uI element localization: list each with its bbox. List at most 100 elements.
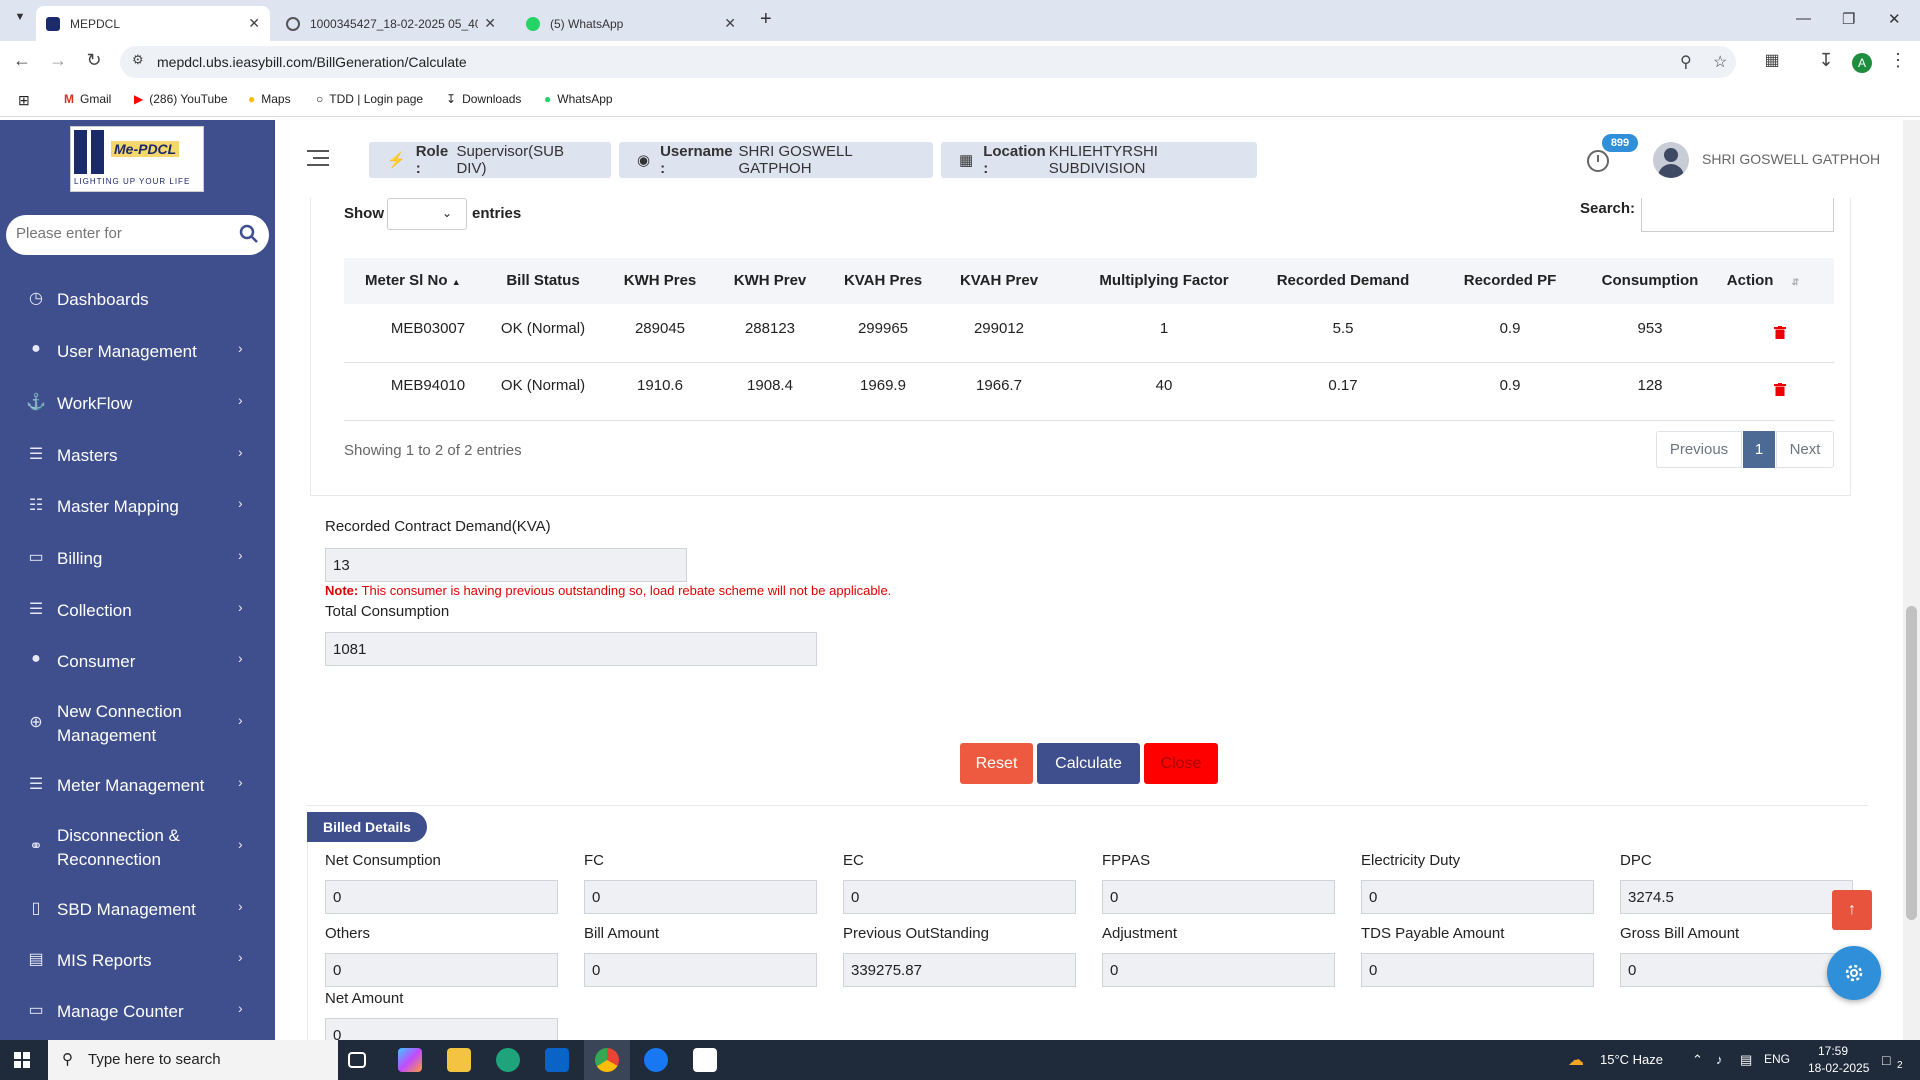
zoom-icon[interactable]: ⚲ — [1680, 52, 1692, 72]
total-consumption-field[interactable]: 1081 — [325, 632, 817, 666]
bookmark-star-icon[interactable]: ☆ — [1713, 52, 1727, 72]
tds-payable-field[interactable]: 0 — [1361, 953, 1594, 987]
facebook-icon[interactable] — [644, 1048, 668, 1072]
edge-icon[interactable] — [496, 1048, 520, 1072]
ec-field[interactable]: 0 — [843, 880, 1076, 914]
tab-search-button[interactable]: ▼ — [10, 11, 30, 31]
contract-demand-field[interactable]: 13 — [325, 548, 687, 582]
page-scrollbar[interactable] — [1903, 120, 1920, 1040]
url-text[interactable]: mepdcl.ubs.ieasybill.com/BillGeneration/… — [157, 54, 467, 70]
pagination-next[interactable]: Next — [1776, 431, 1834, 468]
network-icon[interactable]: ▤ — [1740, 1052, 1752, 1068]
bookmark-gmail[interactable]: M Gmail — [64, 92, 111, 106]
mepdcl-logo[interactable]: Me-PDCL LIGHTING UP YOUR LIFE — [70, 126, 204, 192]
others-field[interactable]: 0 — [325, 953, 558, 987]
tab-whatsapp[interactable]: (5) WhatsApp ✕ — [516, 6, 746, 41]
taskbar-search[interactable]: ⚲ Type here to search — [48, 1040, 338, 1080]
reset-button[interactable]: Reset — [960, 743, 1033, 784]
clock-date[interactable]: 18-02-2025 — [1808, 1061, 1869, 1075]
col-multiplying-factor[interactable]: Multiplying Factor — [1079, 272, 1249, 289]
col-kwh-pres[interactable]: KWH Pres — [615, 272, 705, 289]
previous-outstanding-field[interactable]: 339275.87 — [843, 953, 1076, 987]
delete-trash-icon[interactable] — [1774, 326, 1786, 339]
avatar[interactable] — [1653, 142, 1689, 178]
close-tab-icon[interactable]: ✕ — [484, 15, 496, 32]
copilot-icon[interactable] — [398, 1048, 422, 1072]
extensions-icon[interactable]: ▦ — [1760, 50, 1784, 70]
sort-icon: ▲ — [451, 277, 461, 287]
col-meter-sl-no[interactable]: Meter Sl No ▲ — [365, 272, 461, 289]
scrollbar-thumb[interactable] — [1906, 606, 1917, 920]
scroll-to-top-button[interactable]: ↑ — [1832, 890, 1872, 930]
col-kvah-prev[interactable]: KVAH Prev — [949, 272, 1049, 289]
file-explorer-icon[interactable] — [447, 1048, 471, 1072]
entries-select[interactable]: ⌄ — [387, 198, 467, 230]
outlook-icon[interactable] — [545, 1048, 569, 1072]
fc-field[interactable]: 0 — [584, 880, 817, 914]
browser-menu-icon[interactable]: ⋮ — [1886, 50, 1910, 71]
tab-document[interactable]: 1000345427_18-02-2025 05_40 ✕ — [276, 6, 506, 41]
profile-avatar[interactable]: A — [1852, 53, 1872, 73]
col-kwh-prev[interactable]: KWH Prev — [725, 272, 815, 289]
restore-button[interactable]: ❐ — [1842, 10, 1855, 28]
weather-icon[interactable]: ☁ — [1568, 1050, 1584, 1070]
new-tab-button[interactable]: + — [760, 8, 772, 31]
bookmark-whatsapp[interactable]: ● WhatsApp — [544, 92, 613, 106]
col-kvah-pres[interactable]: KVAH Pres — [833, 272, 933, 289]
table-panel — [310, 198, 1851, 496]
windows-start-icon[interactable] — [14, 1052, 30, 1068]
delete-trash-icon[interactable] — [1774, 383, 1786, 396]
table-search-input[interactable] — [1641, 198, 1834, 232]
header-user-name[interactable]: SHRI GOSWELL GATPHOH — [1702, 151, 1880, 167]
adjustment-field[interactable]: 0 — [1102, 953, 1335, 987]
bill-amount-field[interactable]: 0 — [584, 953, 817, 987]
bookmark-downloads[interactable]: ↧ Downloads — [446, 92, 521, 106]
reload-button[interactable]: ↻ — [82, 50, 106, 71]
chevron-up-icon[interactable]: ⌃ — [1692, 1052, 1703, 1068]
back-button[interactable]: ← — [10, 50, 34, 71]
notification-center-icon[interactable]: □ — [1882, 1052, 1890, 1068]
close-tab-icon[interactable]: ✕ — [248, 15, 260, 32]
fppas-field[interactable]: 0 — [1102, 880, 1335, 914]
dpc-field[interactable]: 3274.5 — [1620, 880, 1853, 914]
close-tab-icon[interactable]: ✕ — [724, 15, 736, 32]
download-icon[interactable]: ↧ — [1814, 50, 1838, 71]
pagination-page-1[interactable]: 1 — [1743, 431, 1775, 468]
speaker-icon[interactable]: ♪ — [1716, 1052, 1723, 1067]
col-consumption[interactable]: Consumption — [1585, 272, 1715, 289]
chrome-icon[interactable] — [595, 1048, 619, 1072]
close-window-button[interactable]: ✕ — [1888, 10, 1901, 28]
calculate-button[interactable]: Calculate — [1037, 743, 1140, 784]
clock-notification-icon[interactable] — [1587, 150, 1609, 172]
col-action[interactable]: Action ⇵ — [1715, 272, 1811, 289]
bookmark-youtube[interactable]: ▶ (286) YouTube — [134, 92, 228, 106]
apps-grid-icon[interactable]: ⊞ — [18, 92, 30, 109]
pagination-previous[interactable]: Previous — [1656, 431, 1742, 468]
search-icon[interactable] — [239, 224, 259, 244]
col-recorded-demand[interactable]: Recorded Demand — [1253, 272, 1433, 289]
forward-button[interactable]: → — [46, 50, 70, 71]
tab-mepdcl[interactable]: MEPDCL ✕ — [36, 6, 270, 41]
sidebar-search-input[interactable] — [16, 225, 236, 242]
col-bill-status[interactable]: Bill Status — [503, 272, 583, 289]
task-view-icon[interactable] — [348, 1052, 366, 1068]
gross-bill-amount-field[interactable]: 0 — [1620, 953, 1853, 987]
store-icon[interactable] — [693, 1048, 717, 1072]
clock-time[interactable]: 17:59 — [1818, 1044, 1848, 1058]
fc-label: FC — [584, 852, 604, 869]
settings-fab-button[interactable] — [1827, 946, 1881, 1000]
bookmark-maps[interactable]: ● Maps — [248, 92, 291, 106]
net-amount-field[interactable]: 0 — [325, 1018, 558, 1040]
close-button[interactable]: Close — [1144, 743, 1218, 784]
weather-text[interactable]: 15°C Haze — [1600, 1052, 1663, 1067]
bookmark-tdd-login[interactable]: ○ TDD | Login page — [316, 92, 423, 106]
col-recorded-pf[interactable]: Recorded PF — [1455, 272, 1565, 289]
minimize-button[interactable]: — — [1796, 10, 1811, 27]
hamburger-menu-icon[interactable] — [307, 150, 329, 166]
net-consumption-field[interactable]: 0 — [325, 880, 558, 914]
chevron-right-icon: › — [238, 444, 243, 460]
site-settings-icon[interactable]: ⚙ — [132, 52, 144, 68]
electricity-duty-field[interactable]: 0 — [1361, 880, 1594, 914]
url-omnibox[interactable]: ⚙ mepdcl.ubs.ieasybill.com/BillGeneratio… — [120, 46, 1736, 78]
language-indicator[interactable]: ENG — [1764, 1052, 1790, 1066]
